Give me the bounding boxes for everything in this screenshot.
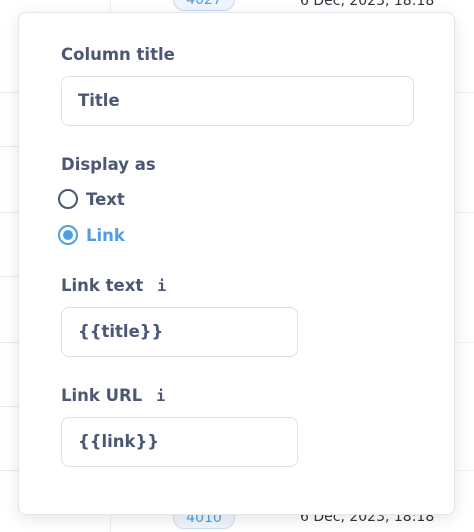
- table-row-divider: [0, 470, 18, 471]
- link-text-input[interactable]: {{title}}: [61, 307, 298, 357]
- table-row-divider: [455, 342, 474, 343]
- table-row-divider: [0, 146, 18, 147]
- radio-link[interactable]: [58, 225, 78, 245]
- row-date: 6 Dec, 2023, 18:18: [300, 0, 435, 9]
- info-icon[interactable]: i: [156, 387, 165, 405]
- link-url-label: Link URL i: [61, 386, 165, 405]
- table-row-divider: [455, 212, 474, 213]
- info-icon[interactable]: i: [157, 277, 166, 295]
- link-url-input[interactable]: {{link}}: [61, 417, 298, 467]
- column-settings-popover: Column title Title Display as Text Link …: [18, 12, 455, 515]
- table-row-divider: [0, 92, 18, 93]
- table-row-divider: [0, 212, 18, 213]
- link-url-label-text: Link URL: [61, 386, 143, 405]
- radio-text-label[interactable]: Text: [86, 190, 125, 209]
- display-option-link[interactable]: Link: [58, 223, 125, 247]
- table-row-divider: [0, 342, 18, 343]
- link-text-label: Link text i: [61, 276, 166, 295]
- table-row-divider: [0, 276, 18, 277]
- table-row-divider: [455, 470, 474, 471]
- table-row-divider: [455, 92, 474, 93]
- link-text-label-text: Link text: [61, 276, 144, 295]
- row-id-badge[interactable]: 4027: [173, 0, 235, 11]
- radio-text[interactable]: [58, 189, 78, 209]
- column-title-label: Column title: [61, 45, 175, 64]
- radio-link-label[interactable]: Link: [86, 226, 125, 245]
- display-as-label: Display as: [61, 155, 156, 174]
- display-option-text[interactable]: Text: [58, 187, 125, 211]
- column-title-input[interactable]: Title: [61, 76, 414, 126]
- table-row-divider: [0, 406, 18, 407]
